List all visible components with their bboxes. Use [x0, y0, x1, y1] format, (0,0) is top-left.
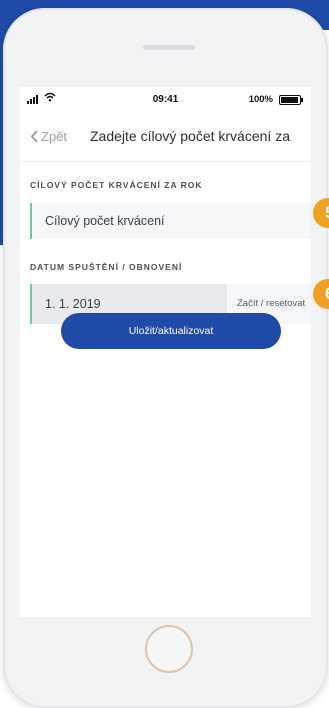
- date-section-label: DATUM SPUŠTĚNÍ / OBNOVENÍ: [30, 262, 183, 272]
- save-button[interactable]: Uložit/aktualizovat: [61, 313, 281, 349]
- target-count-placeholder: Cílový počet krvácení: [45, 214, 165, 228]
- status-bar: 09:41 100%: [20, 87, 311, 113]
- target-count-field[interactable]: Cílový počet krvácení: [30, 203, 311, 239]
- battery-icon: [279, 95, 303, 105]
- back-button[interactable]: Zpět: [30, 129, 67, 144]
- page-title: Zadejte cílový počet krvácení za: [90, 128, 290, 144]
- battery-percent: 100%: [248, 94, 273, 105]
- home-button[interactable]: [145, 625, 193, 673]
- date-value: 1. 1. 2019: [45, 297, 101, 311]
- nav-bar: Zpět Zadejte cílový počet krvácení za: [20, 113, 311, 162]
- phone-screen: 09:41 100% Zpět Zadejte cílový počet krv…: [20, 87, 311, 617]
- chevron-left-icon: [30, 130, 38, 143]
- speaker-grille: [143, 45, 195, 50]
- phone-frame: 09:41 100% Zpět Zadejte cílový počet krv…: [3, 8, 328, 708]
- target-section-label: CÍLOVÝ POČET KRVÁCENÍ ZA ROK: [30, 180, 203, 190]
- back-label: Zpět: [41, 129, 68, 144]
- reset-button[interactable]: Začít / resetovat: [237, 298, 305, 309]
